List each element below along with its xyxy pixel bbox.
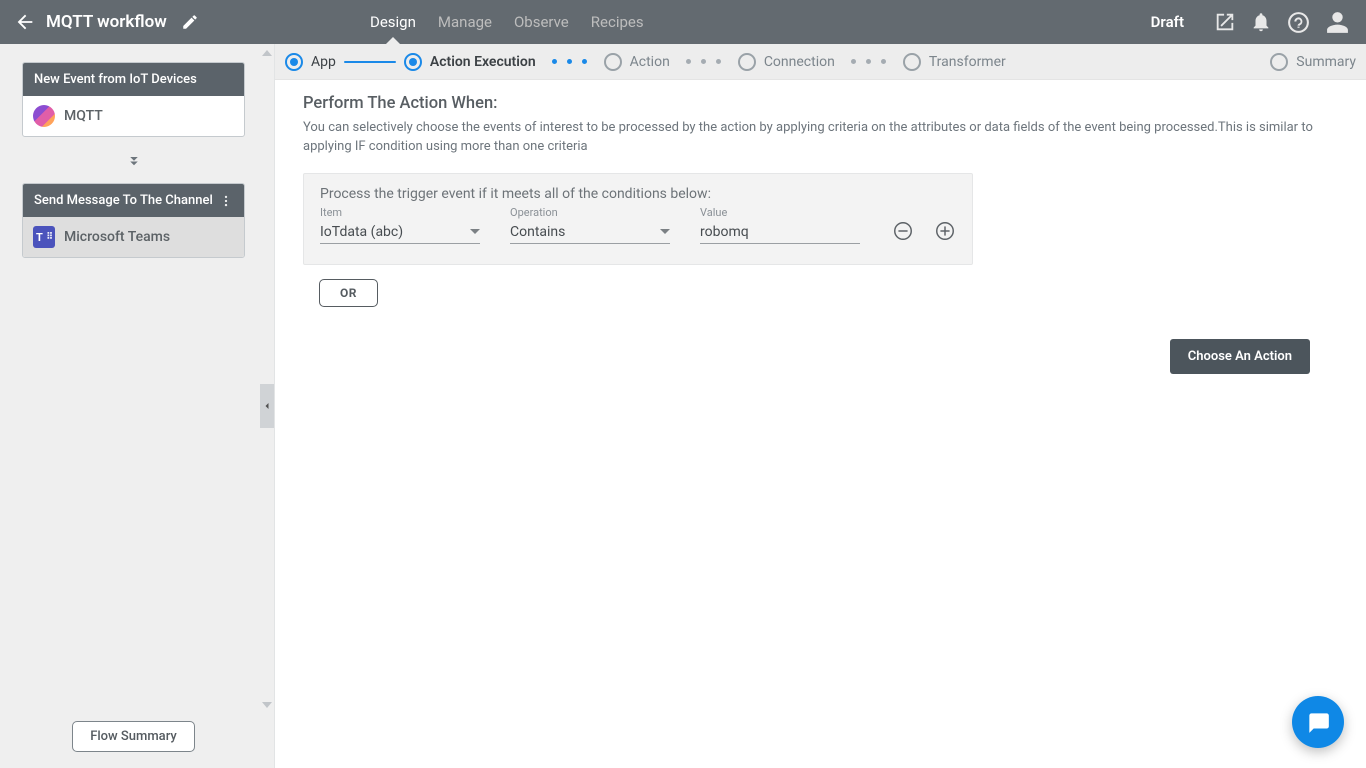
chat-icon xyxy=(1305,709,1331,735)
tab-design[interactable]: Design xyxy=(370,0,416,44)
radio-filled-icon xyxy=(285,53,303,71)
operation-label: Operation xyxy=(510,206,670,219)
condition-group: Process the trigger event if it meets al… xyxy=(303,173,973,265)
operation-field: Operation Contains xyxy=(510,206,670,244)
chevron-down-icon xyxy=(660,227,670,237)
action-card[interactable]: Send Message To The Channel Microsoft Te… xyxy=(22,183,245,258)
step-action-execution[interactable]: Action Execution xyxy=(404,53,536,71)
value-label: Value xyxy=(700,206,860,219)
operation-select[interactable]: Contains xyxy=(510,220,670,244)
add-condition-icon[interactable] xyxy=(934,220,956,242)
step-action[interactable]: Action xyxy=(604,53,670,71)
radio-filled-icon xyxy=(404,53,422,71)
sidebar-divider xyxy=(260,44,274,768)
trigger-card-body: MQTT xyxy=(23,96,244,136)
step-separator xyxy=(678,61,730,63)
remove-condition-icon[interactable] xyxy=(892,220,914,242)
scroll-down-hint-icon xyxy=(262,702,272,708)
bell-icon[interactable] xyxy=(1250,11,1272,33)
trigger-app-name: MQTT xyxy=(64,108,103,124)
step-separator xyxy=(843,61,895,63)
step-separator xyxy=(344,61,396,63)
open-external-icon[interactable] xyxy=(1214,11,1236,33)
radio-empty-icon xyxy=(604,53,622,71)
step-connection[interactable]: Connection xyxy=(738,53,835,71)
collapse-sidebar-button[interactable] xyxy=(260,384,274,428)
content-area: Perform The Action When: You can selecti… xyxy=(275,80,1366,768)
tab-observe[interactable]: Observe xyxy=(514,0,569,44)
step-separator xyxy=(544,61,596,63)
help-icon[interactable] xyxy=(1286,10,1311,35)
header-icon-tray xyxy=(1214,0,1366,44)
workflow-title-area: MQTT workflow xyxy=(0,0,275,44)
item-field: Item IoTdata (abc) xyxy=(320,206,480,244)
connector-icon xyxy=(22,151,245,169)
chat-bubble-button[interactable] xyxy=(1292,696,1344,748)
action-card-header: Send Message To The Channel xyxy=(23,184,244,217)
chevron-down-icon xyxy=(470,227,480,237)
radio-empty-icon xyxy=(903,53,921,71)
choose-action-button[interactable]: Choose An Action xyxy=(1170,339,1310,374)
step-transformer[interactable]: Transformer xyxy=(903,53,1006,71)
wizard-stepper: App Action Execution Action Connection T… xyxy=(275,44,1366,80)
step-app[interactable]: App xyxy=(285,53,336,71)
workflow-status: Draft xyxy=(1151,0,1214,44)
flow-summary-button[interactable]: Flow Summary xyxy=(72,721,195,752)
back-arrow-icon[interactable] xyxy=(14,11,36,33)
workflow-title: MQTT workflow xyxy=(46,12,167,32)
app-header: MQTT workflow Design Manage Observe Reci… xyxy=(0,0,1366,44)
condition-group-title: Process the trigger event if it meets al… xyxy=(320,186,956,202)
edit-icon[interactable] xyxy=(181,13,199,31)
trigger-card[interactable]: New Event from IoT Devices MQTT xyxy=(22,62,245,137)
step-summary[interactable]: Summary xyxy=(1270,53,1356,71)
sidebar: New Event from IoT Devices MQTT Send Mes… xyxy=(0,44,260,768)
section-heading: Perform The Action When: xyxy=(303,94,1338,113)
condition-row: Item IoTdata (abc) Operation Contains xyxy=(320,206,956,244)
radio-empty-icon xyxy=(1270,53,1288,71)
value-field: Value xyxy=(700,206,860,244)
header-tabs: Design Manage Observe Recipes xyxy=(275,0,644,44)
item-select[interactable]: IoTdata (abc) xyxy=(320,220,480,244)
action-app-name: Microsoft Teams xyxy=(64,229,170,245)
action-card-body: Microsoft Teams xyxy=(23,217,244,257)
tab-recipes[interactable]: Recipes xyxy=(591,0,644,44)
profile-icon[interactable] xyxy=(1325,10,1350,35)
trigger-card-header: New Event from IoT Devices xyxy=(23,63,244,96)
kebab-icon[interactable] xyxy=(219,194,233,208)
mqtt-icon xyxy=(33,105,55,127)
or-button[interactable]: OR xyxy=(319,279,378,307)
section-description: You can selectively choose the events of… xyxy=(303,119,1338,157)
scroll-up-hint-icon xyxy=(262,50,272,56)
value-input[interactable] xyxy=(700,220,860,244)
tab-manage[interactable]: Manage xyxy=(438,0,492,44)
teams-icon xyxy=(33,226,55,248)
main-panel: App Action Execution Action Connection T… xyxy=(274,44,1366,768)
radio-empty-icon xyxy=(738,53,756,71)
item-label: Item xyxy=(320,206,480,219)
